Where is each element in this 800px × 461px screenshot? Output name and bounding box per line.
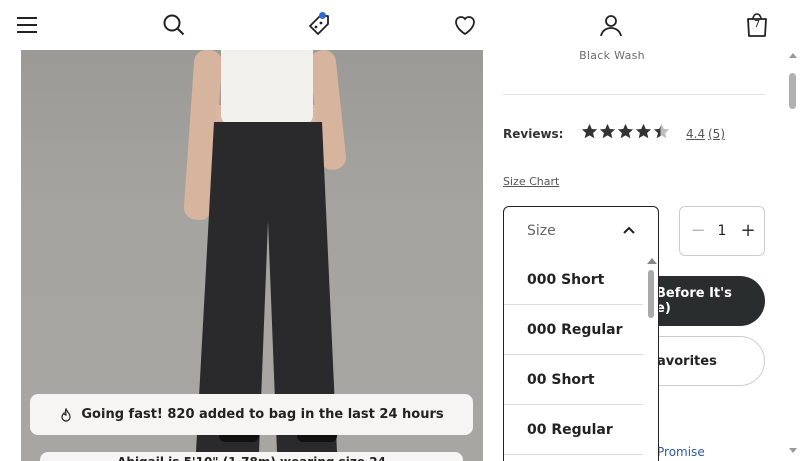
size-option[interactable]: 00 Regular	[504, 405, 643, 455]
quantity-decrease-button[interactable]: −	[690, 222, 706, 240]
size-option-label: 00 Regular	[527, 422, 613, 438]
deals-tag-icon[interactable]	[306, 12, 332, 38]
star-half-icon	[653, 123, 670, 139]
going-fast-text: Going fast! 820 added to bag in the last…	[81, 407, 444, 422]
menu-icon[interactable]	[14, 12, 40, 38]
deals-notification-dot	[319, 12, 326, 19]
page-scroll-thumb[interactable]	[789, 73, 796, 109]
size-option[interactable]: 00 Short	[504, 355, 643, 405]
model-top	[221, 50, 313, 125]
bag-count-badge: 7	[753, 19, 761, 30]
star-icon	[617, 123, 634, 139]
dropdown-scrollbar[interactable]	[645, 255, 658, 461]
dropdown-scroll-thumb[interactable]	[648, 270, 654, 318]
review-count-link[interactable]: (5)	[708, 127, 725, 141]
size-dropdown-list: 000 Short 000 Regular 00 Short 00 Regula…	[503, 255, 659, 461]
promise-link[interactable]: Promise	[657, 445, 705, 459]
bag-icon[interactable]: 7	[744, 12, 770, 38]
star-icon	[635, 123, 652, 139]
divider	[503, 94, 765, 95]
rating-stars[interactable]	[581, 123, 670, 140]
rating-value-link[interactable]: 4.4	[686, 127, 705, 141]
quantity-value[interactable]: 1	[714, 223, 730, 239]
fire-icon	[61, 407, 71, 422]
scroll-down-arrow-icon[interactable]	[789, 448, 797, 453]
scroll-up-arrow-icon[interactable]	[647, 258, 657, 264]
favorites-button-label: avorites	[657, 354, 717, 369]
add-button-label-line1: Before It's	[656, 286, 732, 301]
heart-icon[interactable]	[452, 12, 478, 38]
quantity-stepper: − 1 +	[679, 206, 765, 256]
going-fast-banner: Going fast! 820 added to bag in the last…	[30, 394, 473, 435]
size-option-label: 00 Short	[527, 372, 595, 388]
chevron-up-icon	[623, 226, 635, 234]
size-select[interactable]: Size	[503, 206, 659, 256]
search-icon[interactable]	[161, 12, 187, 38]
star-icon	[581, 123, 598, 139]
model-size-note: Abigail is 5'10" (1.78m) wearing size 24	[40, 452, 463, 461]
quantity-increase-button[interactable]: +	[740, 222, 756, 240]
size-chart-link[interactable]: Size Chart	[503, 175, 559, 188]
selected-color-name: Black Wash	[579, 49, 645, 62]
reviews-label: Reviews:	[503, 127, 564, 141]
size-option-label: 000 Short	[527, 272, 605, 288]
scroll-up-arrow-icon[interactable]	[789, 53, 797, 58]
size-option-label: 000 Regular	[527, 322, 623, 338]
size-option[interactable]: 000 Regular	[504, 305, 643, 355]
star-icon	[599, 123, 616, 139]
size-select-label: Size	[527, 223, 556, 239]
size-option[interactable]: 000 Short	[504, 255, 643, 305]
account-icon[interactable]	[598, 12, 624, 38]
top-nav-bar: 7	[0, 0, 800, 50]
page-scrollbar[interactable]	[786, 50, 800, 461]
